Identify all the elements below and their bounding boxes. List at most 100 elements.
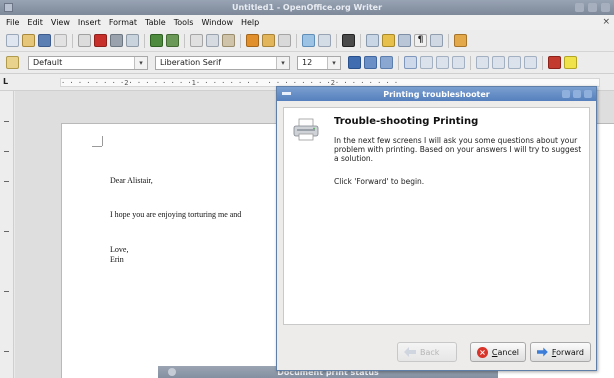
clone-formatting-icon[interactable] <box>246 34 259 47</box>
paragraph-style-select[interactable]: Default ▾ <box>28 55 148 70</box>
window-menu-icon[interactable] <box>282 92 291 95</box>
table-icon[interactable] <box>318 34 331 47</box>
dialog-titlebar[interactable]: Printing troubleshooter <box>277 87 596 101</box>
gallery-icon[interactable] <box>398 34 411 47</box>
save-icon[interactable] <box>38 34 51 47</box>
vertical-ruler[interactable] <box>0 91 14 378</box>
menu-format[interactable]: Format <box>105 18 141 27</box>
font-size-select[interactable]: 12 ▾ <box>297 55 341 70</box>
close-button[interactable] <box>601 3 610 12</box>
dialog-content: Trouble-shooting Printing In the next fe… <box>283 107 590 325</box>
toolbar-separator <box>144 33 145 48</box>
menu-tools[interactable]: Tools <box>170 18 198 27</box>
increase-indent-icon[interactable] <box>524 56 537 69</box>
copy-icon[interactable] <box>206 34 219 47</box>
show-draw-functions-icon[interactable] <box>342 34 355 47</box>
justify-icon[interactable] <box>452 56 465 69</box>
menu-table[interactable]: Table <box>141 18 170 27</box>
cancel-button[interactable]: × Cancel <box>470 342 526 362</box>
minimize-button[interactable] <box>562 90 570 98</box>
ruler-tick <box>4 121 9 122</box>
printer-status-icon <box>168 368 176 376</box>
document-line[interactable]: Dear Alistair, <box>110 176 153 185</box>
styles-formatting-icon[interactable] <box>6 56 19 69</box>
toolbar-separator <box>360 33 361 48</box>
back-label: Back <box>420 347 440 357</box>
font-name-value: Liberation Serif <box>160 58 222 67</box>
menu-window[interactable]: Window <box>197 18 237 27</box>
toolbar-separator <box>72 33 73 48</box>
decrease-indent-icon[interactable] <box>508 56 521 69</box>
numbering-icon[interactable] <box>476 56 489 69</box>
bold-icon[interactable] <box>348 56 361 69</box>
text-boundary-mark <box>92 146 102 147</box>
bullets-icon[interactable] <box>492 56 505 69</box>
back-button[interactable]: Back <box>397 342 457 362</box>
minimize-button[interactable] <box>575 3 584 12</box>
toolbar-separator <box>398 55 399 70</box>
toolbar-separator <box>542 55 543 70</box>
chevron-down-icon[interactable]: ▾ <box>134 56 147 69</box>
nonprinting-characters-icon[interactable]: ¶ <box>414 34 427 47</box>
window-titlebar: Untitled1 - OpenOffice.org Writer <box>0 0 614 15</box>
app-icon[interactable] <box>4 3 13 12</box>
print-preview-icon[interactable] <box>126 34 139 47</box>
paragraph-style-value: Default <box>33 58 63 67</box>
document-line[interactable]: Love, <box>110 245 128 254</box>
printing-troubleshooter-dialog: Printing troubleshooter Trouble-shooting… <box>276 86 597 371</box>
forward-button[interactable]: Forward <box>530 342 591 362</box>
arrow-left-icon <box>404 347 416 357</box>
font-name-select[interactable]: Liberation Serif ▾ <box>155 55 290 70</box>
toolbar-separator <box>448 33 449 48</box>
menubar: File Edit View Insert Format Table Tools… <box>0 15 614 30</box>
ruler-tick <box>4 181 9 182</box>
tab-stop-selector[interactable]: L <box>3 77 8 86</box>
standard-toolbar: ¶ <box>0 30 614 52</box>
align-right-icon[interactable] <box>436 56 449 69</box>
print-icon[interactable] <box>110 34 123 47</box>
paste-icon[interactable] <box>222 34 235 47</box>
menu-view[interactable]: View <box>47 18 74 27</box>
find-replace-icon[interactable] <box>366 34 379 47</box>
document-line[interactable]: I hope you are enjoying torturing me and <box>110 210 241 219</box>
autospellcheck-icon[interactable] <box>166 34 179 47</box>
spellcheck-icon[interactable] <box>150 34 163 47</box>
underline-icon[interactable] <box>380 56 393 69</box>
close-button[interactable] <box>584 90 592 98</box>
dialog-description: In the next few screens I will ask you s… <box>334 136 582 163</box>
cut-icon[interactable] <box>190 34 203 47</box>
italic-icon[interactable] <box>364 56 377 69</box>
close-document-icon[interactable]: × <box>602 17 610 27</box>
highlight-icon[interactable] <box>564 56 577 69</box>
help-icon[interactable] <box>454 34 467 47</box>
edit-file-icon[interactable] <box>78 34 91 47</box>
open-folder-icon[interactable] <box>22 34 35 47</box>
email-icon[interactable] <box>54 34 67 47</box>
menu-edit[interactable]: Edit <box>23 18 47 27</box>
menu-file[interactable]: File <box>2 18 23 27</box>
font-color-icon[interactable] <box>548 56 561 69</box>
navigator-icon[interactable] <box>382 34 395 47</box>
toolbar-separator <box>240 33 241 48</box>
chevron-down-icon[interactable]: ▾ <box>327 56 340 69</box>
ruler-tick <box>4 351 9 352</box>
menu-insert[interactable]: Insert <box>74 18 105 27</box>
forward-label: Forward <box>551 347 584 357</box>
menu-help[interactable]: Help <box>237 18 263 27</box>
document-line[interactable]: Erin <box>110 255 124 264</box>
zoom-icon[interactable] <box>430 34 443 47</box>
export-pdf-icon[interactable] <box>94 34 107 47</box>
chevron-down-icon[interactable]: ▾ <box>276 56 289 69</box>
maximize-button[interactable] <box>588 3 597 12</box>
align-left-icon[interactable] <box>404 56 417 69</box>
ruler-tick <box>4 291 9 292</box>
hyperlink-icon[interactable] <box>302 34 315 47</box>
dialog-title: Printing troubleshooter <box>383 89 490 99</box>
maximize-button[interactable] <box>573 90 581 98</box>
new-document-icon[interactable] <box>6 34 19 47</box>
redo-icon[interactable] <box>278 34 291 47</box>
undo-icon[interactable] <box>262 34 275 47</box>
align-center-icon[interactable] <box>420 56 433 69</box>
toolbar-separator <box>184 33 185 48</box>
arrow-right-icon <box>537 347 548 357</box>
